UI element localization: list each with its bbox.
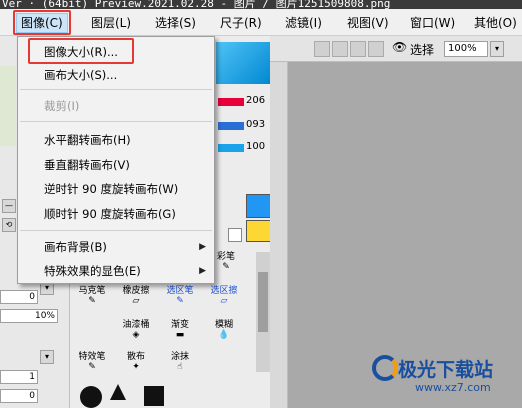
slider-blue-bar[interactable] <box>218 122 244 130</box>
menu-item-canvas-background-label: 画布背景(B) <box>44 240 107 254</box>
watermark-text: 极光下载站 <box>398 359 494 381</box>
tool-color-pen[interactable]: 彩笔 ✎ <box>212 252 240 274</box>
slider-sky[interactable]: 100 <box>212 141 268 154</box>
slider-red[interactable]: 206 <box>212 95 268 108</box>
highlight-box-image-menu <box>13 10 71 35</box>
watermark-logo-icon <box>372 355 398 381</box>
menu-separator <box>20 230 212 231</box>
canvas-vertical-scrollbar[interactable] <box>270 62 288 408</box>
slider-red-value: 206 <box>246 95 266 106</box>
slider-blue[interactable]: 093 <box>212 119 268 132</box>
redo-button[interactable] <box>332 41 348 57</box>
submenu-arrow-icon: ▶ <box>199 242 206 252</box>
brush-shape-circle[interactable] <box>80 386 102 408</box>
submenu-arrow-icon: ▶ <box>199 266 206 276</box>
menu-item-special-effect-color-label: 特殊效果的显色(E) <box>44 264 141 278</box>
menu-item-canvas-size[interactable]: 画布大小(S)... <box>18 64 214 86</box>
undo-button[interactable] <box>314 41 330 57</box>
menu-item-rotate-cw[interactable]: 顺时针 90 度旋转画布(G) <box>18 203 214 225</box>
primary-color-swatch[interactable] <box>246 194 272 218</box>
tool-scrollbar[interactable] <box>256 252 270 372</box>
slider-sky-bar[interactable] <box>218 144 244 152</box>
zoom-dropdown-arrow-icon[interactable]: ▾ <box>490 41 504 57</box>
tool-selection-eraser[interactable]: 选区擦 ▱ <box>202 286 246 308</box>
highlight-box-image-size <box>28 38 134 64</box>
window-titlebar: Ver · (64bit) Preview.2021.02.28 - 图片 / … <box>0 0 522 9</box>
brush-size-field[interactable]: 0 <box>0 290 38 304</box>
texture-field[interactable]: 1 <box>0 370 38 384</box>
canvas-toolbar: 👁 选择 100% ▾ <box>270 36 522 62</box>
menu-item-rotate-ccw[interactable]: 逆时针 90 度旋转画布(W) <box>18 178 214 200</box>
menu-item-special-effect-color[interactable]: 特殊效果的显色(E) ▶ <box>18 260 214 282</box>
menu-layer[interactable]: 图层(L) <box>91 14 131 32</box>
deselect-button[interactable] <box>350 41 366 57</box>
menu-filter[interactable]: 滤镜(I) <box>285 14 322 32</box>
menu-item-canvas-background[interactable]: 画布背景(B) ▶ <box>18 236 214 258</box>
rotate-button[interactable]: ⟲ <box>2 218 16 232</box>
menu-ruler[interactable]: 尺子(R) <box>220 14 262 32</box>
brush-shape-triangle[interactable] <box>110 384 126 400</box>
image-menu-dropdown: 图像大小(R)... 画布大小(S)... 裁剪(I) 水平翻转画布(H) 垂直… <box>17 36 215 284</box>
menu-bar: 图像(C) 图层(L) 选择(S) 尺子(R) 滤镜(I) 视图(V) 窗口(W… <box>0 9 522 36</box>
tool-blur[interactable]: 模糊 💧 <box>202 320 246 342</box>
menu-item-flip-vertical[interactable]: 垂直翻转画布(V) <box>18 154 214 176</box>
invert-button[interactable] <box>368 41 384 57</box>
tool-marker[interactable]: 马克笔 ✎ <box>70 286 114 308</box>
slider-red-bar[interactable] <box>218 98 244 106</box>
texture-strength-field[interactable]: 0 <box>0 389 38 403</box>
menu-select[interactable]: 选择(S) <box>155 14 196 32</box>
slider-sky-value: 100 <box>246 141 266 152</box>
tool-selection-pen[interactable]: 选区笔 ✎ <box>158 286 202 308</box>
tool-paint-bucket[interactable]: 油漆桶 ◈ <box>114 320 158 342</box>
eye-icon[interactable]: 👁 <box>392 40 407 54</box>
menu-separator <box>20 121 212 122</box>
menu-view[interactable]: 视图(V) <box>347 14 389 32</box>
brush-density-field[interactable]: 10% <box>0 309 58 323</box>
menu-separator <box>20 89 212 90</box>
slider-blue-value: 093 <box>246 119 266 130</box>
tool-effect-pen[interactable]: 特效笔 ✎ <box>70 352 114 374</box>
color-wheel[interactable] <box>216 42 270 84</box>
tool-gradient[interactable]: 渐变 ▬ <box>158 320 202 342</box>
secondary-color-swatch[interactable] <box>246 220 272 242</box>
watermark-url: www.xz7.com <box>415 381 491 394</box>
navigator-preview <box>0 66 16 146</box>
menu-window[interactable]: 窗口(W) <box>410 14 455 32</box>
menu-item-crop[interactable]: 裁剪(I) <box>18 95 214 117</box>
window-title: Ver · (64bit) Preview.2021.02.28 - 图片 / … <box>2 0 391 9</box>
tool-smudge[interactable]: 涂抹 ☝ <box>158 352 202 374</box>
brush-shape-square[interactable] <box>144 386 164 406</box>
zoom-select[interactable]: 100% <box>444 41 488 57</box>
minus-button[interactable]: — <box>2 199 16 213</box>
dropdown-arrow-icon[interactable]: ▾ <box>40 350 54 364</box>
transparent-color-swatch[interactable] <box>228 228 242 242</box>
tool-scatter[interactable]: 散布 ✦ <box>114 352 158 374</box>
menu-other[interactable]: 其他(O) <box>474 14 517 32</box>
select-label[interactable]: 选择 <box>410 41 434 58</box>
menu-item-flip-horizontal[interactable]: 水平翻转画布(H) <box>18 129 214 151</box>
tool-eraser[interactable]: 橡皮擦 ▱ <box>114 286 158 308</box>
